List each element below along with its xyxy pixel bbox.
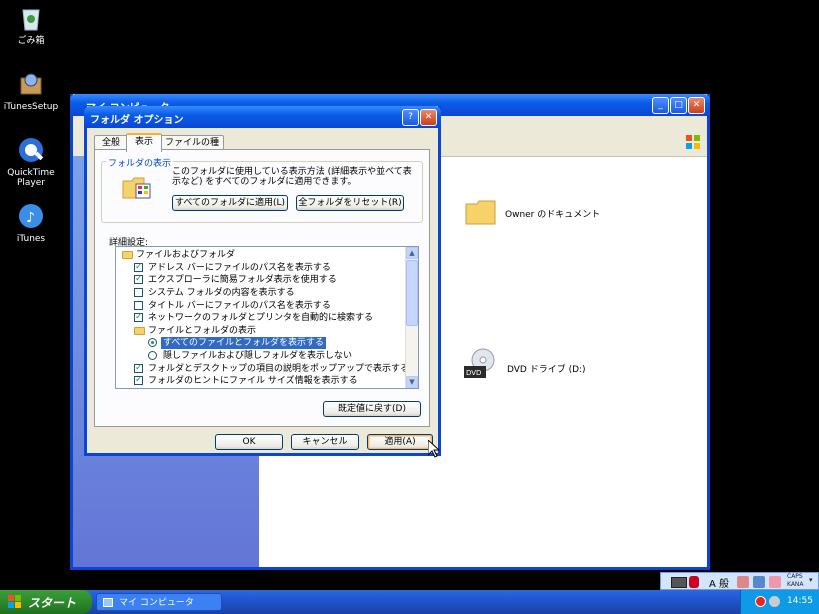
desktop-icon-recycle-bin[interactable]: ごみ箱: [0, 2, 62, 46]
restore-defaults-button[interactable]: 既定値に戻す(D): [323, 401, 421, 417]
ime-mode-indicator[interactable]: A 般: [709, 575, 729, 590]
installer-icon: [15, 68, 47, 100]
folder-views-group: フォルダの表示 このフォルダに使用している表示方法 (詳細表示や並べて表示など)…: [101, 156, 423, 223]
scroll-up-button[interactable]: ▲: [406, 247, 418, 259]
ime-pen-icon[interactable]: [689, 576, 699, 588]
desktop-icon-quicktime[interactable]: QuickTime Player: [0, 134, 62, 188]
folder-icon: [134, 327, 145, 335]
svg-text:DVD: DVD: [466, 369, 481, 377]
apply-button[interactable]: 適用(A): [367, 434, 433, 450]
start-label: スタート: [28, 596, 77, 610]
clock[interactable]: 14:55: [787, 596, 813, 606]
windows-logo-icon: [685, 134, 701, 150]
radio-button[interactable]: [148, 338, 157, 347]
itunes-icon: ♪: [15, 200, 47, 232]
vertical-scrollbar[interactable]: ▲ ▼: [405, 247, 418, 388]
keyboard-icon[interactable]: [671, 577, 687, 588]
tab-panel-view: フォルダの表示 このフォルダに使用している表示方法 (詳細表示や並べて表示など)…: [94, 149, 430, 427]
svg-text:♪: ♪: [26, 210, 35, 226]
computer-icon: [103, 598, 113, 607]
desktop-icon-label: iTunesSetup: [3, 102, 59, 112]
ok-button[interactable]: OK: [215, 434, 283, 450]
caps-indicator: CAPS: [787, 573, 803, 580]
folder-options-dialog: フォルダ オプション ? ✕ 全般 表示 ファイルの種類 フォルダの表示 このフ…: [84, 106, 441, 456]
scroll-thumb[interactable]: [406, 260, 418, 326]
folder-views-icon: [122, 176, 152, 200]
desktop-icon-label: QuickTime Player: [7, 168, 55, 188]
ime-pad-icon[interactable]: [753, 576, 765, 588]
dialog-titlebar[interactable]: フォルダ オプション ? ✕: [84, 106, 441, 128]
minimize-button[interactable]: _: [652, 97, 669, 114]
ime-tool-icon[interactable]: [737, 576, 749, 588]
list-item: ファイルとフォルダの表示: [116, 325, 406, 337]
volume-icon[interactable]: [769, 596, 780, 607]
desktop-icon-itunes-setup[interactable]: iTunesSetup: [0, 68, 62, 112]
checkbox[interactable]: [134, 273, 143, 285]
checkbox[interactable]: [134, 311, 143, 323]
folder-views-description: このフォルダに使用している表示方法 (詳細表示や並べて表示など) をすべてのフォ…: [172, 167, 412, 187]
dialog-title: フォルダ オプション: [90, 115, 184, 126]
close-button[interactable]: ✕: [688, 97, 705, 114]
close-button[interactable]: ✕: [420, 109, 437, 126]
desktop-icon-label: ごみ箱: [17, 36, 45, 46]
chevron-down-icon[interactable]: ▾: [809, 576, 813, 584]
group-legend: フォルダの表示: [106, 156, 174, 169]
item-label: Owner のドキュメント: [505, 210, 601, 220]
mouse-cursor-icon: [427, 438, 441, 458]
system-tray: 14:55: [740, 590, 819, 614]
reset-all-folders-button[interactable]: 全フォルダをリセット(R): [296, 195, 404, 211]
tab-general[interactable]: 全般: [94, 135, 128, 150]
tab-file-types[interactable]: ファイルの種類: [160, 135, 224, 162]
kana-indicator: KANA: [787, 581, 804, 588]
list-item[interactable]: タイトル バーにファイルのパス名を表示する: [116, 300, 406, 312]
desktop-icon-itunes[interactable]: ♪ iTunes: [0, 200, 62, 244]
taskbar-item-my-computer[interactable]: マイ コンピュータ: [96, 593, 222, 611]
dvd-drive-icon: DVD: [463, 348, 497, 382]
desktop-icon-label: iTunes: [16, 234, 46, 244]
taskbar-item-label: マイ コンピュータ: [119, 598, 194, 608]
list-item[interactable]: フォルダのヒントにファイル サイズ情報を表示する: [116, 374, 406, 387]
list-item[interactable]: アドレス バーにファイルのパス名を表示する: [116, 261, 406, 274]
recycle-bin-icon: [15, 2, 47, 34]
folder-icon: [122, 251, 133, 259]
list-item[interactable]: ネットワークのフォルダとプリンタを自動的に検索する: [116, 311, 406, 324]
checkbox[interactable]: [134, 374, 143, 386]
item-label: DVD ドライブ (D:): [507, 365, 586, 375]
advanced-settings-list[interactable]: ファイルおよびフォルダ アドレス バーにファイルのパス名を表示する エクスプロー…: [115, 246, 419, 389]
list-item[interactable]: すべてのファイルとフォルダを表示する: [116, 337, 406, 349]
list-item[interactable]: フォルダとデスクトップの項目の説明をポップアップで表示する: [116, 362, 409, 375]
list-item[interactable]: エクスプローラに簡易フォルダ表示を使用する: [116, 273, 406, 286]
windows-logo-icon: [8, 595, 22, 609]
tab-view[interactable]: 表示: [126, 133, 162, 152]
help-button[interactable]: ?: [402, 109, 419, 126]
radio-button[interactable]: [148, 351, 157, 360]
checkbox[interactable]: [134, 288, 143, 297]
ime-dictionary-icon[interactable]: [769, 576, 781, 588]
maximize-button[interactable]: □: [670, 97, 687, 114]
language-bar: A 般 CAPS KANA ▾: [660, 572, 819, 590]
cancel-button[interactable]: キャンセル: [291, 434, 359, 450]
apply-to-all-folders-button[interactable]: すべてのフォルダに適用(L): [172, 195, 288, 211]
security-alert-icon[interactable]: [755, 596, 766, 607]
list-item: ファイルおよびフォルダ: [116, 249, 406, 261]
checkbox[interactable]: [134, 261, 143, 273]
scroll-down-button[interactable]: ▼: [406, 376, 418, 388]
list-item[interactable]: システム フォルダの内容を表示する: [116, 287, 406, 299]
checkbox[interactable]: [134, 301, 143, 310]
quicktime-icon: [15, 134, 47, 166]
folder-icon: [465, 198, 497, 226]
checkbox[interactable]: [134, 362, 143, 374]
list-item[interactable]: 隠しファイルおよび隠しフォルダを表示しない: [116, 350, 406, 362]
start-button[interactable]: スタート: [0, 590, 92, 614]
